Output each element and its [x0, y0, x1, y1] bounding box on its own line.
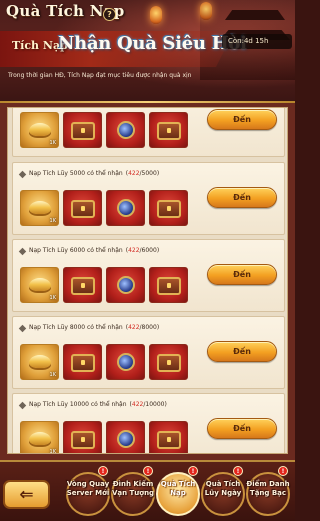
tab-new-server-wheel[interactable]: Vòng Quay Server Mới !	[66, 466, 110, 516]
help-icon[interactable]: ?	[103, 8, 116, 21]
go-button[interactable]: Đến	[207, 187, 277, 208]
treasure-chest-icon[interactable]	[63, 190, 102, 226]
progress-current: 422	[128, 247, 140, 254]
treasure-chest-icon[interactable]	[149, 112, 188, 148]
progress-target: 10000	[145, 401, 165, 408]
tier-requirement: Nạp Tích Lũy 5000 có thể nhận (422/5000)	[18, 169, 159, 179]
reward-tier-card: Nạp Tích Lũy 10000 có thể nhận (422/1000…	[12, 393, 285, 453]
alert-badge: !	[188, 466, 198, 476]
tab-daily-checkin[interactable]: Điểm Danh Tặng Bạc !	[246, 466, 290, 516]
tab-recharge-rewards[interactable]: Quà Tích Nạp !	[156, 466, 200, 516]
go-button[interactable]: Đến	[207, 341, 277, 362]
go-button[interactable]: Đến	[207, 418, 277, 439]
diamond-icon	[18, 401, 27, 409]
alert-badge: !	[278, 466, 288, 476]
gold-ingot-icon[interactable]: 1K	[20, 267, 59, 303]
countdown-timer: Còn:4d 15h	[222, 34, 292, 49]
treasure-chest-icon[interactable]	[149, 421, 188, 453]
blue-orb-icon[interactable]	[106, 344, 145, 380]
reward-items: 1K	[20, 267, 188, 303]
reward-tier-list[interactable]: 1K Đến Nạp Tích Lũy 5000 có thể nhận (42…	[7, 107, 288, 454]
reward-tier-card: Nạp Tích Lũy 5000 có thể nhận (422/5000)…	[12, 162, 285, 235]
go-button[interactable]: Đến	[207, 109, 277, 130]
reward-items: 1K	[20, 190, 188, 226]
progress-current: 422	[128, 170, 140, 177]
diamond-icon	[18, 324, 27, 332]
treasure-chest-icon[interactable]	[149, 344, 188, 380]
tier-requirement: Nạp Tích Lũy 10000 có thể nhận (422/1000…	[18, 400, 167, 410]
tab-dinh-kiem[interactable]: Đình Kiếm Vạn Tượng !	[111, 466, 155, 516]
gold-ingot-icon[interactable]: 1K	[20, 112, 59, 148]
reward-items: 1K	[20, 421, 188, 453]
go-button[interactable]: Đến	[207, 264, 277, 285]
treasure-chest-icon[interactable]	[63, 344, 102, 380]
alert-badge: !	[98, 466, 108, 476]
treasure-chest-icon[interactable]	[149, 267, 188, 303]
reward-tier-card: Nạp Tích Lũy 6000 có thể nhận (422/6000)…	[12, 239, 285, 312]
blue-orb-icon[interactable]	[106, 112, 145, 148]
gold-ingot-icon[interactable]: 1K	[20, 421, 59, 453]
gold-ingot-icon[interactable]: 1K	[20, 344, 59, 380]
diamond-icon	[18, 170, 27, 178]
event-header: Quà Tích Nạp ? Tích Nạp Nhận Quà Siêu Hờ…	[0, 0, 295, 103]
reward-items: 1K	[20, 112, 188, 148]
banner-title: Nhận Quà Siêu Hời	[58, 33, 247, 54]
blue-orb-icon[interactable]	[106, 190, 145, 226]
treasure-chest-icon[interactable]	[149, 190, 188, 226]
treasure-chest-icon[interactable]	[63, 267, 102, 303]
blue-orb-icon[interactable]	[106, 267, 145, 303]
reward-tier-card: 1K Đến	[12, 108, 285, 157]
gold-ingot-icon[interactable]: 1K	[20, 190, 59, 226]
progress-current: 422	[128, 324, 140, 331]
progress-target: 6000	[141, 247, 157, 254]
progress-target: 8000	[141, 324, 157, 331]
progress-current: 422	[131, 401, 144, 408]
alert-badge: !	[143, 466, 153, 476]
back-arrow-icon[interactable]: ⇐	[3, 480, 50, 509]
tier-requirement: Nạp Tích Lũy 8000 có thể nhận (422/8000)	[18, 323, 159, 333]
reward-tier-card: Nạp Tích Lũy 8000 có thể nhận (422/8000)…	[12, 316, 285, 389]
treasure-chest-icon[interactable]	[63, 112, 102, 148]
tab-daily-accumulate[interactable]: Quà Tích Lũy Ngày !	[201, 466, 245, 516]
lantern-icon	[150, 6, 162, 24]
blue-orb-icon[interactable]	[106, 421, 145, 453]
alert-badge: !	[233, 466, 243, 476]
tier-requirement: Nạp Tích Lũy 6000 có thể nhận (422/6000)	[18, 246, 159, 256]
event-description: Trong thời gian HĐ, Tích Nạp đạt mục tiê…	[8, 72, 192, 79]
progress-target: 5000	[141, 170, 157, 177]
diamond-icon	[18, 247, 27, 255]
reward-items: 1K	[20, 344, 188, 380]
treasure-chest-icon[interactable]	[63, 421, 102, 453]
